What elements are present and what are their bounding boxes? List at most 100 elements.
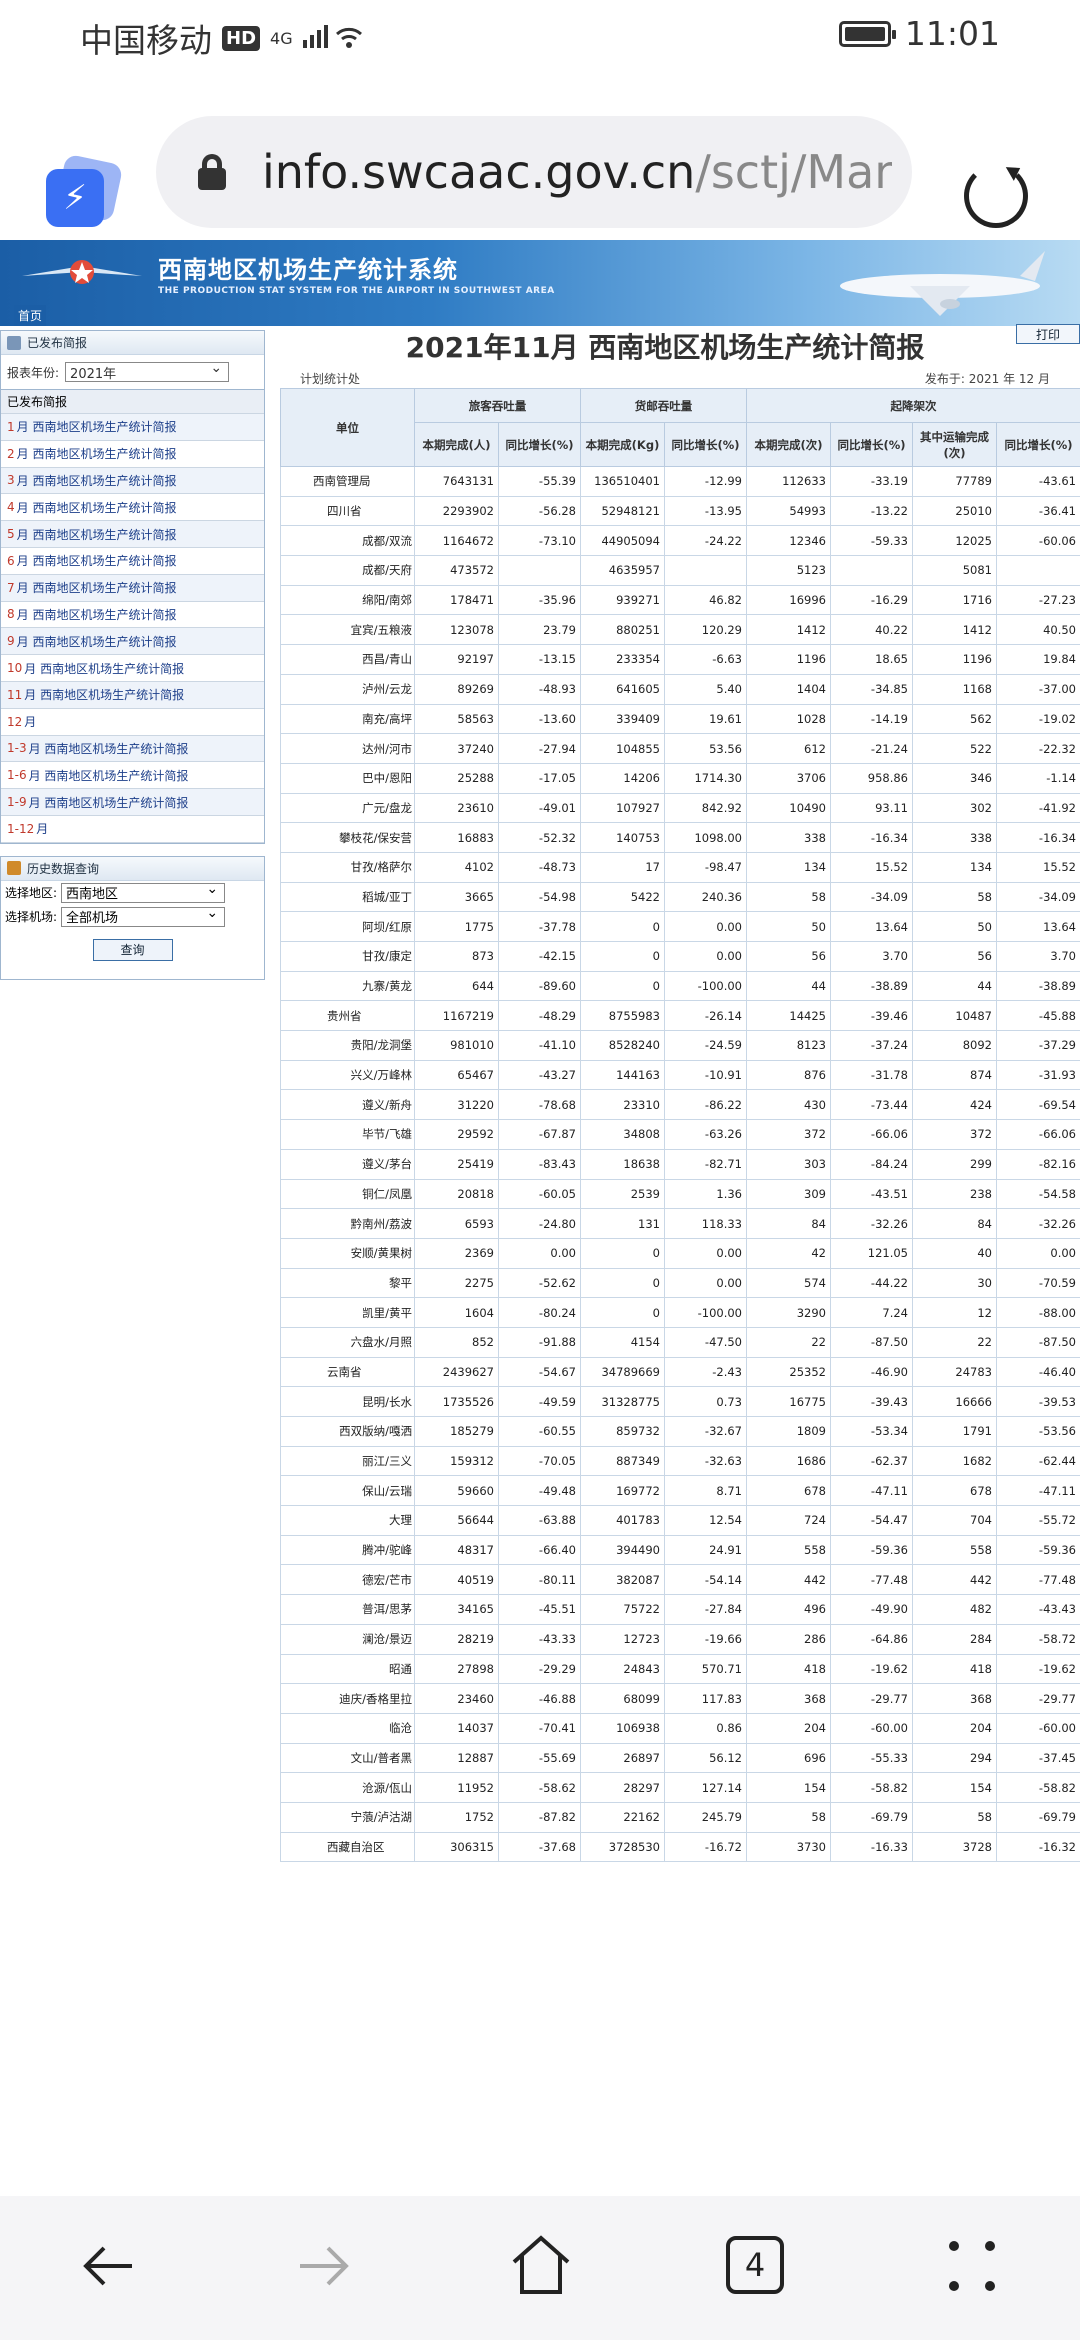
report-link[interactable]: 10 月 西南地区机场生产统计简报 <box>1 655 264 682</box>
report-link[interactable]: 1-9 月 西南地区机场生产统计简报 <box>1 789 264 816</box>
value-cell: 338 <box>912 822 997 853</box>
bolt-app-icon[interactable]: ⚡ <box>46 153 124 233</box>
report-link[interactable]: 2月 西南地区机场生产统计简报 <box>1 441 264 468</box>
home-icon[interactable] <box>508 2232 574 2298</box>
value-cell: 8092 <box>912 1030 997 1061</box>
value-cell: 28219 <box>414 1623 499 1655</box>
report-link[interactable]: 11 月 西南地区机场生产统计简报 <box>1 681 264 709</box>
value-cell: -80.11 <box>498 1564 581 1596</box>
report-link[interactable]: 6月 西南地区机场生产统计简报 <box>1 548 264 575</box>
clock: 11:01 <box>904 14 1000 53</box>
address-bar[interactable]: info.swcaac.gov.cn/sctj/Man <box>156 116 912 228</box>
value-cell: 1404 <box>746 673 831 705</box>
value-cell: 1714.30 <box>664 762 747 794</box>
hd-badge: HD <box>222 25 261 51</box>
print-button[interactable]: 打印 <box>1016 324 1080 344</box>
carrier-name: 中国移动 <box>80 21 212 60</box>
region-row: 选择地区: 西南地区 <box>1 881 264 905</box>
value-cell: -54.14 <box>664 1564 747 1596</box>
unit-cell: 西藏自治区 <box>280 1831 415 1863</box>
unit-cell: 巴中/恩阳 <box>280 762 415 794</box>
unit-cell: 昭通 <box>280 1653 415 1685</box>
value-cell: -14.19 <box>830 703 913 735</box>
value-cell: 14425 <box>746 1000 831 1032</box>
published-header: 已发布简报 <box>1 331 264 355</box>
report-link[interactable]: 1-12 月 <box>1 816 264 843</box>
airport-select[interactable]: 全部机场 <box>61 905 226 927</box>
year-select[interactable]: 2021年 <box>65 360 230 382</box>
value-cell: -46.88 <box>498 1683 581 1714</box>
table-row: 迪庆/香格里拉 23460 -46.88 68099 117.83 368 -29.77 36… <box>280 1683 1080 1714</box>
value-cell: 16883 <box>414 822 499 853</box>
url-text[interactable]: info.swcaac.gov.cn/sctj/Man <box>262 145 892 199</box>
value-cell <box>996 555 1080 586</box>
value-cell: 27898 <box>414 1653 499 1685</box>
table-row: 安顺/黄果树 2369 0.00 0 0.00 42 121.05 40 0.00 <box>280 1237 1080 1269</box>
value-cell: 3728 <box>912 1831 997 1863</box>
value-cell: 22 <box>746 1326 831 1358</box>
value-cell: 23310 <box>580 1089 665 1121</box>
report-link[interactable]: 1-3 月 西南地区机场生产统计简报 <box>1 735 264 763</box>
report-link-label: 月 西南地区机场生产统计简报 <box>16 447 177 462</box>
value-cell: 368 <box>912 1683 997 1714</box>
value-cell: -77.48 <box>996 1564 1080 1596</box>
report-link[interactable]: 7月 西南地区机场生产统计简报 <box>1 574 264 602</box>
value-cell: -60.05 <box>498 1178 581 1210</box>
menu-icon[interactable] <box>944 2236 1000 2296</box>
report-link[interactable]: 9月 西南地区机场生产统计简报 <box>1 628 264 656</box>
unit-cell: 南充/高坪 <box>280 703 415 735</box>
report-link[interactable]: 1月 西南地区机场生产统计简报 <box>1 414 264 441</box>
forward-icon[interactable] <box>292 2234 356 2298</box>
value-cell: 0.00 <box>996 1237 1080 1269</box>
report-link[interactable]: 1-6 月 西南地区机场生产统计简报 <box>1 762 264 790</box>
unit-cell: 甘孜/康定 <box>280 941 415 972</box>
unit-cell: 达州/河市 <box>280 733 415 764</box>
table-row: 丽江/三义 159312 -70.05 887349 -32.63 1686 -62.37 1… <box>280 1445 1080 1477</box>
table-row: 绵阳/南郊 178471 -35.96 939271 46.82 16996 -16.29 1… <box>280 584 1080 616</box>
value-cell: 22162 <box>580 1801 665 1833</box>
table-row: 毕节/飞雄 29592 -67.87 34808 -63.26 372 -66.06 372-… <box>280 1119 1080 1150</box>
table-row: 腾冲/驼峰 48317 -66.40 394490 24.91 558 -59.36 558-… <box>280 1534 1080 1566</box>
back-icon[interactable] <box>76 2234 140 2298</box>
report-link[interactable]: 4月 西南地区机场生产统计简报 <box>1 494 264 522</box>
value-cell: 562 <box>912 703 997 735</box>
value-cell: 238 <box>912 1178 997 1210</box>
table-row: 文山/普者黑 12887 -55.69 26897 56.12 696 -55.33 294-… <box>280 1742 1080 1774</box>
unit-cell: 绵阳/南郊 <box>280 584 415 616</box>
col-header: 同比增长(%) <box>664 422 747 467</box>
chart-icon <box>7 861 21 876</box>
home-link[interactable]: 首页 <box>14 305 47 326</box>
query-button[interactable]: 查询 <box>92 938 173 961</box>
value-cell: -58.82 <box>996 1772 1080 1803</box>
value-cell: -49.01 <box>498 792 581 824</box>
unit-cell: 澜沧/景迈 <box>280 1623 415 1655</box>
value-cell: -86.22 <box>664 1089 747 1121</box>
value-cell: -55.33 <box>830 1742 913 1774</box>
reload-icon[interactable] <box>964 164 1028 228</box>
value-cell: -55.69 <box>498 1742 581 1774</box>
report-link[interactable]: 5月 西南地区机场生产统计简报 <box>1 521 264 548</box>
unit-cell: 四川省 <box>280 495 415 527</box>
value-cell: 6593 <box>414 1208 499 1239</box>
value-cell: -16.34 <box>996 822 1080 853</box>
carrier-info: 中国移动 HD 4G <box>80 14 363 62</box>
web-page: 西南地区机场生产统计系统 THE PRODUCTION STAT SYSTEM … <box>0 240 1080 1863</box>
table-row: 巴中/恩阳 25288 -17.05 14206 1714.30 3706 958.86 34… <box>280 762 1080 794</box>
value-cell: -36.41 <box>996 495 1080 527</box>
airport-row: 选择机场: 全部机场 <box>1 905 264 929</box>
report-link[interactable]: 12 月 <box>1 709 264 736</box>
table-row: 大理 56644 -63.88 401783 12.54 724 -54.47 704 -55.… <box>280 1505 1080 1536</box>
value-cell: 286 <box>746 1623 831 1655</box>
value-cell: 93.11 <box>830 792 913 824</box>
report-link[interactable]: 3月 西南地区机场生产统计简报 <box>1 467 264 495</box>
value-cell <box>498 555 581 586</box>
value-cell: -41.92 <box>996 792 1080 824</box>
value-cell: -19.02 <box>996 703 1080 735</box>
tabs-button[interactable]: 4 <box>726 2236 784 2294</box>
value-cell: 185279 <box>414 1416 499 1447</box>
table-row: 兴义/万峰林 65467 -43.27 144163 -10.91 876 -31.78 87… <box>280 1059 1080 1091</box>
report-link[interactable]: 8月 西南地区机场生产统计简报 <box>1 602 264 629</box>
value-cell: -34.85 <box>830 673 913 705</box>
region-select[interactable]: 西南地区 <box>61 881 226 903</box>
value-cell: -58.62 <box>498 1772 581 1803</box>
